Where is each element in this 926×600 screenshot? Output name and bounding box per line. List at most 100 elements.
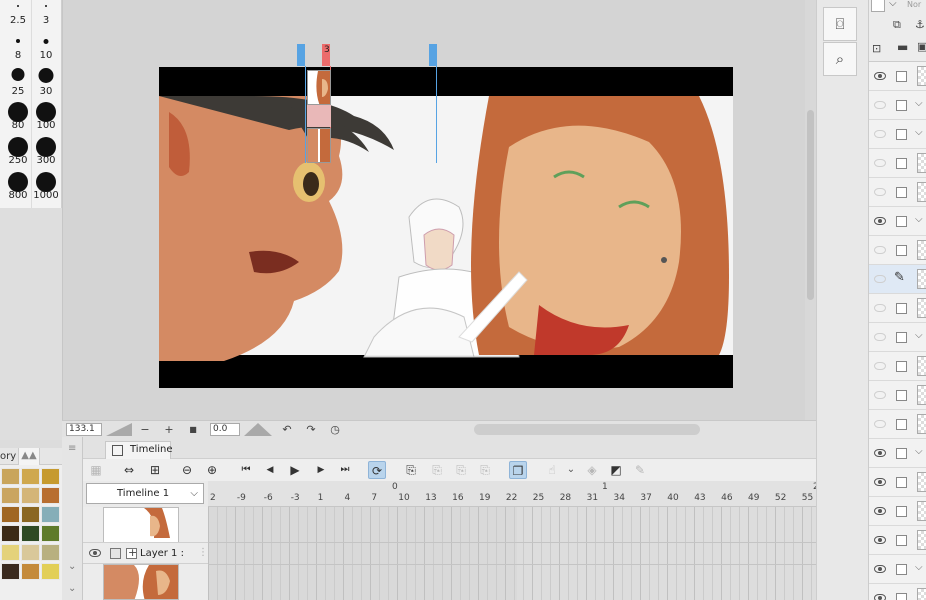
timeline-zoom-out-button[interactable]: ⊖ <box>178 461 196 479</box>
color-set-tab-icon[interactable]: ▲▲ <box>18 448 40 465</box>
timeline-menu-icon[interactable]: ≡ <box>68 443 76 454</box>
zoom-slider[interactable] <box>106 423 132 436</box>
layer-row[interactable] <box>869 294 926 323</box>
eye-icon[interactable] <box>874 478 886 486</box>
layer-row[interactable]: ⌵ <box>869 207 926 236</box>
layer-lock-checkbox[interactable] <box>896 245 907 256</box>
brush-size-300[interactable]: 300 <box>32 135 60 169</box>
eye-hidden-icon[interactable] <box>874 391 886 399</box>
folder-chevron-icon[interactable]: ⌵ <box>915 446 923 457</box>
eye-hidden-icon[interactable] <box>874 420 886 428</box>
playback-end-marker[interactable] <box>429 44 437 66</box>
eye-icon[interactable] <box>874 507 886 515</box>
eye-hidden-icon[interactable] <box>874 159 886 167</box>
color-swatch[interactable] <box>1 468 20 485</box>
brush-size-80[interactable]: 80 <box>4 100 32 134</box>
camera-icon[interactable]: ⌼ <box>823 7 857 41</box>
color-swatch[interactable] <box>1 487 20 504</box>
color-swatch[interactable] <box>21 544 40 561</box>
eye-icon[interactable] <box>89 549 101 557</box>
scrollbar-thumb[interactable] <box>807 110 814 300</box>
layer-row[interactable]: ⌵ <box>869 439 926 468</box>
color-swatch[interactable] <box>41 563 60 580</box>
layer-row[interactable]: ⌵ <box>869 555 926 584</box>
layer-lock-checkbox[interactable] <box>896 419 907 430</box>
rotate-left-button[interactable]: ↶ <box>280 422 294 437</box>
frame-ruler[interactable]: 2 -9 -6 -3 1 4 7 10 13 16 19 22 25 28 31 34 37 40 43 46 49 52… <box>208 481 840 507</box>
cel-specify-button[interactable]: ⎘ <box>428 461 446 479</box>
layer-lock-checkbox[interactable] <box>896 506 907 517</box>
color-swatch[interactable] <box>1 506 20 523</box>
layer-lock-checkbox[interactable] <box>896 100 907 111</box>
previous-frame-button[interactable]: ◀ <box>261 461 279 479</box>
canvas-horizontal-scrollbar[interactable] <box>474 424 700 435</box>
layer-lock-checkbox[interactable] <box>896 390 907 401</box>
color-swatch[interactable] <box>41 544 60 561</box>
canvas-artwork[interactable] <box>159 67 733 388</box>
brush-size-3[interactable]: 3 <box>32 2 60 36</box>
color-swatch[interactable] <box>21 525 40 542</box>
layer-lock-checkbox[interactable] <box>896 361 907 372</box>
eye-icon[interactable] <box>874 536 886 544</box>
rotation-slider[interactable] <box>244 423 272 436</box>
cel-clear-button[interactable]: ⎘ <box>452 461 470 479</box>
zoom-out-button[interactable]: − <box>138 422 152 437</box>
onion-skin-button[interactable]: ❐ <box>509 461 527 479</box>
go-to-last-frame-button[interactable]: ⏭ <box>336 461 354 479</box>
layer-row[interactable] <box>869 236 926 265</box>
expand-plus-icon[interactable] <box>126 546 137 559</box>
collapse-chevron-icon[interactable]: ⌄ <box>68 561 76 572</box>
eye-hidden-icon[interactable] <box>874 362 886 370</box>
folder-chevron-icon[interactable]: ⌵ <box>915 562 923 573</box>
layer-lock-checkbox[interactable] <box>896 477 907 488</box>
tween-dropdown-button[interactable]: ⌄ <box>562 461 580 479</box>
brush-size-100[interactable]: 100 <box>32 100 60 134</box>
layer-track-row[interactable]: Layer 1 : ⋮ <box>83 542 208 564</box>
chevron-down-icon[interactable]: ⌵ <box>889 0 897 9</box>
frame-fit-button[interactable]: ⇔ <box>120 461 138 479</box>
layer-lock-checkbox[interactable] <box>896 332 907 343</box>
folder-icon[interactable]: ▬ <box>897 40 908 54</box>
layer-lock-checkbox[interactable] <box>896 71 907 82</box>
layer-row[interactable] <box>869 468 926 497</box>
brush-size-2.5[interactable]: 2.5 <box>4 2 32 36</box>
layer-lock-checkbox[interactable] <box>896 564 907 575</box>
color-swatch[interactable] <box>1 544 20 561</box>
playback-start-marker[interactable] <box>297 44 305 66</box>
eye-hidden-icon[interactable] <box>874 246 886 254</box>
layer-row[interactable] <box>869 149 926 178</box>
layer-row[interactable] <box>869 62 926 91</box>
folder-chevron-icon[interactable]: ⌵ <box>915 330 923 341</box>
layer-lock-checkbox[interactable] <box>896 158 907 169</box>
frame-cel-thumbnail[interactable] <box>307 70 331 105</box>
frame-grid[interactable] <box>208 507 817 600</box>
rotate-right-button[interactable]: ↷ <box>304 422 318 437</box>
cel-rename-button[interactable]: ⎘ <box>476 461 494 479</box>
eye-hidden-icon[interactable] <box>874 101 886 109</box>
next-frame-button[interactable]: ▶ <box>312 461 330 479</box>
canvas-vertical-scrollbar[interactable] <box>805 0 816 420</box>
tab-timeline[interactable]: Timeline <box>105 441 173 459</box>
layer-lock-checkbox[interactable] <box>896 129 907 140</box>
color-swatch[interactable] <box>21 468 40 485</box>
blend-mode-label[interactable]: Nor <box>907 0 921 9</box>
fill-cel-button[interactable]: ◈ <box>583 461 601 479</box>
folder-chevron-icon[interactable]: ⌵ <box>915 214 923 225</box>
tween-hand-button[interactable]: ☝ <box>543 461 561 479</box>
layer-lock-checkbox[interactable] <box>896 187 907 198</box>
new-animation-folder-button[interactable]: ▦ <box>87 461 105 479</box>
new-cel-button[interactable]: ⎘ <box>402 461 420 479</box>
eye-hidden-icon[interactable] <box>874 333 886 341</box>
cel-strip[interactable] <box>307 105 331 127</box>
layer-lock-checkbox[interactable] <box>896 448 907 459</box>
expand-chevron-icon[interactable]: ⌄ <box>68 583 76 594</box>
draw-pen-button[interactable]: ✎ <box>631 461 649 479</box>
color-swatch[interactable] <box>41 506 60 523</box>
layer-lock-checkbox[interactable] <box>896 535 907 546</box>
folder-chevron-icon[interactable]: ⌵ <box>915 98 923 109</box>
eye-icon[interactable] <box>874 594 886 600</box>
eye-icon[interactable] <box>874 565 886 573</box>
animation-folder-thumbnail[interactable] <box>103 507 179 543</box>
layer-thumbnail[interactable] <box>103 564 179 600</box>
zoom-level-field[interactable]: 133.1 <box>66 423 102 436</box>
